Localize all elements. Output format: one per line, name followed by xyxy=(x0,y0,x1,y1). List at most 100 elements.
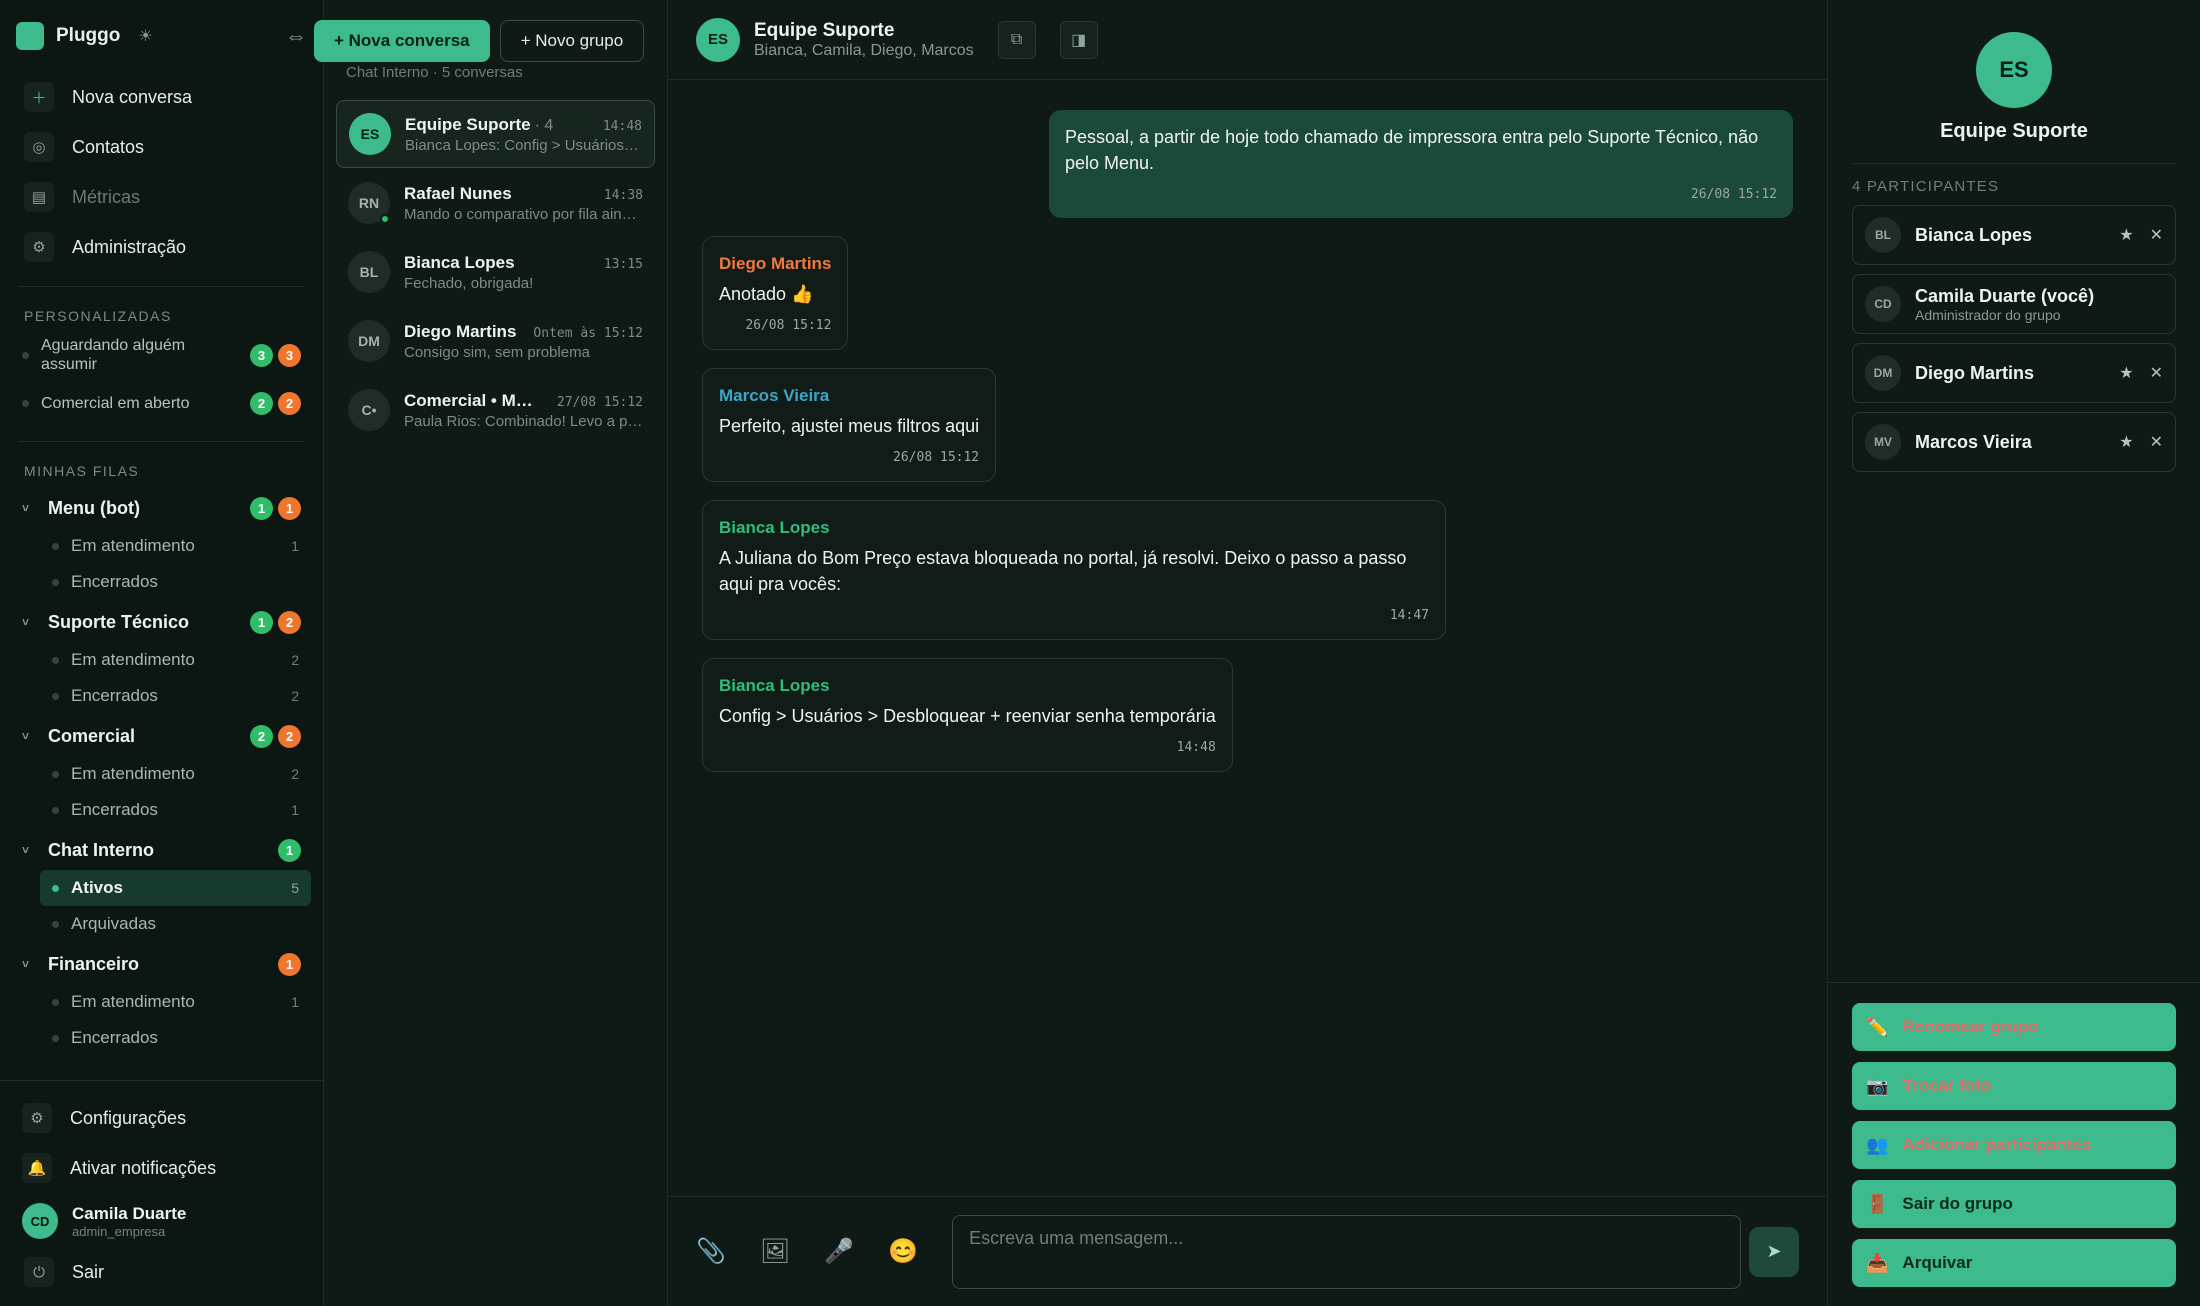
remove-participant-close-icon[interactable]: ✕ xyxy=(2150,363,2163,383)
message-text: Perfeito, ajustei meus filtros aqui xyxy=(719,416,980,436)
custom-view-item[interactable]: Aguardando alguém assumir 3 3 xyxy=(0,331,323,379)
nav-item-metrics[interactable]: ▤ Métricas xyxy=(0,172,323,222)
participant-item[interactable]: MV Marcos Vieira ★ ✕ xyxy=(1852,412,2176,472)
message-sender: Bianca Lopes xyxy=(719,518,830,537)
theme-toggle-icon[interactable]: ☀ xyxy=(138,26,152,46)
conversation-item[interactable]: RN Rafael Nunes 14:38 Mando o comparativo p… xyxy=(336,169,655,237)
trocar-foto-button[interactable]: 📷 Trocar foto xyxy=(1852,1062,2176,1110)
arquivar-button[interactable]: 📥 Arquivar xyxy=(1852,1239,2176,1287)
bullet-icon xyxy=(52,578,59,586)
queue-subitem[interactable]: Em atendimento 1 xyxy=(40,528,311,564)
chevron-down-icon: ˅ xyxy=(22,729,30,743)
participant-item[interactable]: CD Camila Duarte (você) Administrador do g… xyxy=(1852,274,2176,334)
avatar-initials: C• xyxy=(361,402,377,418)
queue-subitem-label: Em atendimento xyxy=(71,650,195,669)
bell-icon: 🔔 xyxy=(22,1153,52,1183)
chevron-down-icon: ˅ xyxy=(22,843,30,857)
attach-icon[interactable]: 📎 xyxy=(696,1237,726,1266)
image-icon[interactable]: 🖼 xyxy=(760,1237,790,1266)
queue-subitem[interactable]: Em atendimento 2 xyxy=(40,642,311,678)
queue-subitem-label: Arquivadas xyxy=(71,914,157,933)
nav-item-contacts[interactable]: ◎ Contatos xyxy=(0,122,323,172)
bullet-icon xyxy=(52,920,59,928)
enable-notifications-button[interactable]: 🔔 Ativar notificações xyxy=(0,1143,323,1193)
convlist-toolbar: + Nova conversa + Novo grupo xyxy=(314,20,645,62)
queue-subitem[interactable]: Encerrados xyxy=(40,564,311,600)
incoming-message: Bianca Lopes Config > Usuários > Desbloqu… xyxy=(702,658,1233,772)
toggle-info-panel-icon[interactable]: ◨ xyxy=(1059,20,1098,59)
message-text: Anotado 👍 xyxy=(719,284,814,304)
collapse-sidebar-icon[interactable]: ⇔ xyxy=(285,23,307,49)
conversation-time: Ontem às 15:12 xyxy=(533,325,643,341)
settings-button[interactable]: ⚙ Configurações xyxy=(0,1093,323,1143)
remove-participant-close-icon[interactable]: ✕ xyxy=(2150,432,2163,452)
queue-subitem-count: 2 xyxy=(291,766,299,782)
queue-header[interactable]: ˅ Chat Interno 1 xyxy=(0,830,323,870)
microphone-icon[interactable]: 🎤 xyxy=(824,1237,854,1266)
queue-subitem[interactable]: Em atendimento 1 xyxy=(40,984,311,1020)
remove-participant-close-icon[interactable]: ✕ xyxy=(2150,225,2163,245)
queue-header[interactable]: ˅ Menu (bot) 1 1 xyxy=(0,488,323,528)
avatar: CD xyxy=(1865,286,1901,322)
divider xyxy=(1852,163,2176,164)
queue-subitem[interactable]: Encerrados 1 xyxy=(40,792,311,828)
queue-header[interactable]: ˅ Suporte Técnico 1 2 xyxy=(0,602,323,642)
action-label: Adicionar participantes xyxy=(1902,1135,2092,1154)
sidebar-header: Pluggo ☀ ⇔ xyxy=(0,0,323,72)
queue-subitem-label: Encerrados xyxy=(71,800,158,819)
message-input[interactable] xyxy=(952,1214,1741,1289)
renomear-grupo-button[interactable]: ✏️ Renomear grupo xyxy=(1852,1003,2176,1051)
queue-name: Suporte Técnico xyxy=(48,611,190,632)
participant-item[interactable]: DM Diego Martins ★ ✕ xyxy=(1852,343,2176,403)
copy-icon[interactable]: ⧉ xyxy=(997,20,1036,59)
queue-subitem[interactable]: Encerrados xyxy=(40,1020,311,1056)
logout-button[interactable]: ⏻ Sair xyxy=(0,1249,323,1295)
queue-subitem[interactable]: Em atendimento 2 xyxy=(40,756,311,792)
sair-do-grupo-button[interactable]: 🚪 Sair do grupo xyxy=(1852,1180,2176,1228)
avatar-initials: ES xyxy=(360,126,380,142)
new-group-button[interactable]: + Novo grupo xyxy=(499,20,645,62)
nav-item-gear[interactable]: ⚙ Administração xyxy=(0,222,323,272)
convlist-subtitle: Chat Interno · 5 conversas xyxy=(346,64,523,81)
logo-icon xyxy=(16,22,44,50)
composer: 📎 🖼 🎤 😊 ➤ xyxy=(668,1196,1827,1306)
new-conversation-button[interactable]: + Nova conversa xyxy=(314,20,490,62)
count-badge: 3 xyxy=(250,343,273,367)
custom-view-item[interactable]: Comercial em aberto 2 2 xyxy=(0,379,323,427)
conversation-item[interactable]: BL Bianca Lopes 13:15 Fechado, obrigada! xyxy=(336,238,655,306)
make-admin-star-icon[interactable]: ★ xyxy=(2119,225,2133,245)
bullet-icon xyxy=(22,351,29,359)
conversation-item[interactable]: ES Equipe Suporte · 4 14:48 Bianca Lopes: Co… xyxy=(336,100,655,168)
nav-item-label: Contatos xyxy=(72,136,145,157)
send-button[interactable]: ➤ xyxy=(1749,1226,1799,1277)
queue-subitem[interactable]: Arquivadas xyxy=(40,906,311,942)
bullet-icon xyxy=(52,806,59,814)
bullet-icon xyxy=(52,998,59,1006)
adicionar-participantes-button[interactable]: 👥 Adicionar participantes xyxy=(1852,1121,2176,1169)
emoji-icon[interactable]: 😊 xyxy=(888,1237,918,1266)
make-admin-star-icon[interactable]: ★ xyxy=(2119,432,2133,452)
count-badge: 2 xyxy=(278,724,301,748)
queue-subitem[interactable]: Ativos 5 xyxy=(40,870,311,906)
conversation-name: Rafael Nunes xyxy=(404,183,512,203)
message-text: Pessoal, a partir de hoje todo chamado d… xyxy=(1065,127,1759,173)
divider xyxy=(18,441,305,442)
nav-item-plus[interactable]: ＋ Nova conversa xyxy=(0,72,323,122)
participant-name: Camila Duarte (você) xyxy=(1915,285,2095,306)
make-admin-star-icon[interactable]: ★ xyxy=(2119,363,2133,383)
avatar: DM xyxy=(1865,355,1901,391)
conversation-item[interactable]: C• Comercial • M… 27/08 15:12 Paula Rios: C… xyxy=(336,376,655,444)
conversation-item[interactable]: DM Diego Martins Ontem às 15:12 Consigo sim… xyxy=(336,307,655,375)
current-user[interactable]: CD Camila Duarte admin_empresa xyxy=(0,1193,323,1249)
queue-subitem-label: Em atendimento xyxy=(71,992,195,1011)
queue-subitem[interactable]: Encerrados 2 xyxy=(40,678,311,714)
queue-header[interactable]: ˅ Financeiro 1 xyxy=(0,944,323,984)
action-label: Arquivar xyxy=(1902,1253,1973,1272)
queue-header[interactable]: ˅ Comercial 2 2 xyxy=(0,716,323,756)
queue-subitem-count: 1 xyxy=(291,802,299,818)
count-badge: 1 xyxy=(278,952,301,976)
avatar: DM xyxy=(348,320,390,362)
group-info-panel: ES Equipe Suporte 4 PARTICIPANTES BL Bian… xyxy=(1828,0,2200,1306)
participant-item[interactable]: BL Bianca Lopes ★ ✕ xyxy=(1852,205,2176,265)
custom-views-header: PERSONALIZADAS xyxy=(24,308,172,324)
